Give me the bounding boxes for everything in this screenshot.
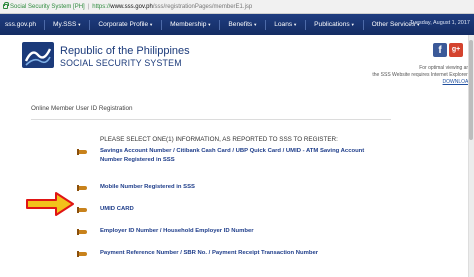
bullet-icon: [77, 185, 87, 191]
nav-item-label: Membership: [170, 21, 207, 28]
option-label[interactable]: Savings Account Number / Citibank Cash C…: [100, 147, 379, 164]
nav-item-loans[interactable]: Loans▼: [274, 21, 297, 28]
chevron-down-icon: ▼: [293, 22, 298, 27]
bullet-icon: [77, 207, 87, 213]
nav-divider: [219, 19, 221, 30]
google-plus-icon[interactable]: g+: [449, 43, 463, 57]
nav-divider: [305, 19, 307, 30]
nav-divider: [362, 19, 364, 30]
bullet-icon: [77, 149, 87, 155]
site-identity[interactable]: Social Security System [PH]: [10, 4, 85, 10]
browser-hint-line-1: For optimal viewing and: [419, 65, 472, 71]
nav-item-label: Corporate Profile: [98, 21, 149, 28]
nav-divider: [44, 19, 46, 30]
main-nav: sss.gov.ph My.SSS▼ Corporate Profile▼ Me…: [0, 14, 474, 35]
chevron-down-icon: ▼: [149, 22, 154, 27]
option-mobile-number[interactable]: Mobile Number Registered in SSS: [77, 183, 379, 192]
option-label[interactable]: Mobile Number Registered in SSS: [100, 183, 195, 192]
nav-divider: [161, 19, 163, 30]
nav-item-my-sss[interactable]: My.SSS▼: [53, 21, 81, 28]
nav-item-membership[interactable]: Membership▼: [170, 21, 211, 28]
registration-content: Online Member User ID Registration PLEAS…: [0, 95, 474, 277]
brand-line-sss: SOCIAL SECURITY SYSTEM: [60, 58, 182, 68]
nav-item-label: Other Services: [371, 21, 416, 28]
nav-item-label: My.SSS: [53, 21, 77, 28]
url-scheme[interactable]: https://: [92, 4, 110, 10]
instruction-text: PLEASE SELECT ONE(1) INFORMATION, AS REP…: [100, 136, 338, 143]
section-title: Online Member User ID Registration: [31, 105, 133, 112]
browser-hint-line-2: the SSS Website requires Internet Explor…: [372, 72, 472, 78]
nav-divider: [89, 19, 91, 30]
option-umid-card[interactable]: UMID CARD: [77, 205, 379, 214]
chevron-down-icon: ▼: [207, 22, 212, 27]
current-date: Tuesday, August 1, 2017: [409, 20, 470, 26]
site-header: Republic of the Philippines SOCIAL SECUR…: [0, 35, 474, 95]
nav-item-label: sss.gov.ph: [5, 21, 37, 28]
url-host[interactable]: www.sss.gov.ph: [110, 4, 153, 10]
browser-address-bar[interactable]: Social Security System [PH] | https://ww…: [0, 0, 474, 14]
nav-item-corporate-profile[interactable]: Corporate Profile▼: [98, 21, 153, 28]
option-label[interactable]: Payment Reference Number / SBR No. / Pay…: [100, 249, 318, 258]
nav-item-publications[interactable]: Publications▼: [314, 21, 355, 28]
option-payment-reference[interactable]: Payment Reference Number / SBR No. / Pay…: [77, 249, 379, 258]
chevron-down-icon: ▼: [253, 22, 258, 27]
nav-item-label: Loans: [274, 21, 293, 28]
nav-divider: [265, 19, 267, 30]
option-employer-id[interactable]: Employer ID Number / Household Employer …: [77, 227, 379, 236]
highlight-arrow-icon: [26, 192, 74, 216]
scrollbar-thumb[interactable]: [469, 40, 473, 140]
bullet-icon: [77, 251, 87, 257]
nav-item-label: Publications: [314, 21, 350, 28]
sss-logo[interactable]: [22, 42, 54, 68]
section-divider: [31, 119, 391, 120]
address-separator: |: [87, 3, 90, 10]
nav-item-label: Benefits: [228, 21, 253, 28]
chevron-down-icon: ▼: [77, 22, 82, 27]
url-path[interactable]: /sss/registrationPages/memberE1.jsp: [153, 4, 252, 10]
option-savings-account[interactable]: Savings Account Number / Citibank Cash C…: [77, 147, 379, 164]
bullet-icon: [77, 229, 87, 235]
nav-item-home[interactable]: sss.gov.ph: [5, 21, 36, 28]
nav-item-benefits[interactable]: Benefits▼: [228, 21, 257, 28]
facebook-icon[interactable]: f: [433, 43, 447, 57]
option-label[interactable]: Employer ID Number / Household Employer …: [100, 227, 254, 236]
option-label[interactable]: UMID CARD: [100, 205, 134, 214]
chevron-down-icon: ▼: [350, 22, 355, 27]
lock-icon: [3, 2, 9, 9]
brand-line-republic: Republic of the Philippines: [60, 45, 190, 57]
